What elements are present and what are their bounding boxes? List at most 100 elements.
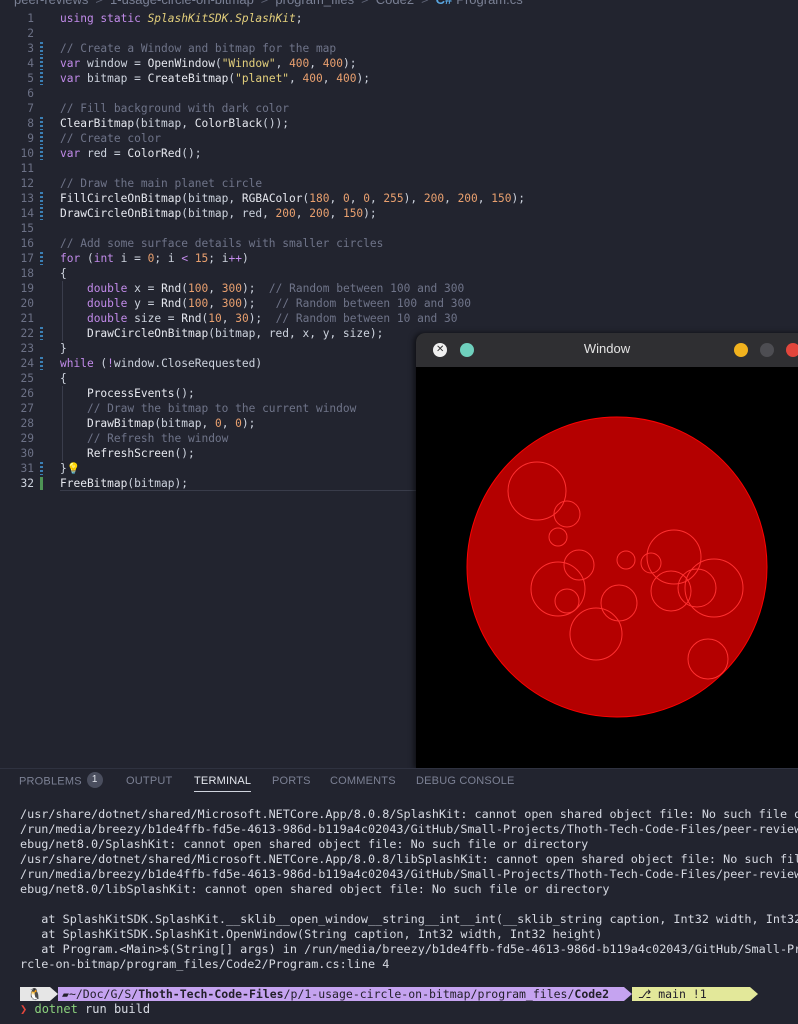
command-line[interactable]: ❯ dotnet run build [20,1002,150,1016]
prompt-separator [50,987,58,1001]
line-number: 26 [20,387,34,400]
git-modified-marker[interactable] [40,327,43,340]
code-line[interactable]: 10 var red = ColorRed(); [0,146,798,161]
code-line[interactable]: 6 [0,86,798,101]
line-number: 22 [20,327,34,340]
code-line[interactable]: 20 double y = Rnd(100, 300); // Random b… [0,296,798,311]
code-token: var [60,72,81,85]
code-line[interactable]: 9 // Create color [0,131,798,146]
breadcrumb-item[interactable]: Code2 [376,0,414,7]
maximize-icon[interactable] [760,343,774,357]
line-number: 29 [20,432,34,445]
code-token: window.CloseRequested) [113,357,263,370]
git-modified-marker[interactable] [40,192,43,205]
git-modified-marker[interactable] [40,72,43,85]
code-token: (bitmap, red, x, y, size); [208,327,384,340]
code-line[interactable]: 17 for (int i = 0; i < 15; i++) [0,251,798,266]
git-modified-marker[interactable] [40,252,43,265]
code-line[interactable]: 3 // Create a Window and bitmap for the m… [0,41,798,56]
code-text: var red = ColorRed(); [60,146,201,161]
code-line[interactable]: 16 // Add some surface details with small… [0,236,798,251]
code-token: int [93,252,114,265]
git-modified-marker[interactable] [40,462,43,475]
quit-icon[interactable] [786,343,798,357]
code-token: } [60,462,67,475]
code-token: 400 [302,72,323,85]
breadcrumb-separator: > [421,0,429,7]
bitmap-canvas [416,367,798,769]
prompt-separator [624,987,632,1001]
code-token: , [309,57,323,70]
code-line[interactable]: 4 var window = OpenWindow("Window", 400, … [0,56,798,71]
code-token: DrawCircleOnBitmap [86,327,209,340]
tab-output[interactable]: OUTPUT [126,775,172,787]
breadcrumb-item[interactable]: 1-usage-circle-on-bitmap [110,0,254,7]
code-token: (bitmap, [181,192,242,205]
minimize-icon[interactable] [734,343,748,357]
code-line[interactable]: 18 { [0,266,798,281]
code-line[interactable]: 1 using static SplashKitSDK.SplashKit; [0,11,798,26]
code-line[interactable]: 5 var bitmap = CreateBitmap("planet", 400… [0,71,798,86]
line-number: 6 [27,87,34,100]
line-number: 23 [20,342,34,355]
line-number: 16 [20,237,34,250]
code-token: // Create color [60,132,162,145]
code-token: // Draw the main planet circle [60,177,263,190]
window-titlebar[interactable]: ✕ Window [416,333,798,367]
code-token: // Draw the bitmap to the current window [86,402,357,415]
git-added-marker[interactable] [40,477,43,490]
line-number: 19 [20,282,34,295]
code-line[interactable]: 13 FillCircleOnBitmap(bitmap, RGBAColor(1… [0,191,798,206]
code-line[interactable]: 11 [0,161,798,176]
code-text: // Fill background with dark color [60,101,289,116]
panel-tabs: PROBLEMS 1 OUTPUT TERMINAL PORTS COMMENTS DEBU… [0,769,798,795]
code-token: size = [127,312,182,325]
code-token: ), [403,192,424,205]
line-number: 2 [27,27,34,40]
terminal-output[interactable]: /usr/share/dotnet/shared/Microsoft.NETCo… [20,807,798,972]
code-text: FillCircleOnBitmap(bitmap, RGBAColor(180… [60,191,525,206]
code-line[interactable]: 7 // Fill background with dark color [0,101,798,116]
code-token: ); [248,312,276,325]
git-modified-marker[interactable] [40,117,43,130]
path-mid: /p/1-usage-circle-on-bitmap/program_file… [283,987,575,1001]
lightbulb-icon[interactable]: 💡 [67,462,81,475]
code-token: ); [241,417,256,430]
code-line[interactable]: 19 double x = Rnd(100, 300); // Random b… [0,281,798,296]
code-line[interactable]: 14 DrawCircleOnBitmap(bitmap, red, 200, 2… [0,206,798,221]
code-text: DrawBitmap(bitmap, 0, 0); [60,416,255,431]
line-number: 18 [20,267,34,280]
tab-problems[interactable]: PROBLEMS 1 [19,772,103,788]
tab-terminal[interactable]: TERMINAL [194,775,252,792]
breadcrumb-item[interactable]: peer-reviews [14,0,88,7]
git-modified-marker[interactable] [40,42,43,55]
git-modified-marker[interactable] [40,207,43,220]
git-modified-marker[interactable] [40,132,43,145]
code-token: 0 [235,417,242,430]
code-token: using static [60,12,148,25]
code-token: i = [113,252,148,265]
code-line[interactable]: 12 // Draw the main planet circle [0,176,798,191]
code-line[interactable]: 8 ClearBitmap(bitmap, ColorBlack()); [0,116,798,131]
git-modified-marker[interactable] [40,147,43,160]
git-modified-marker[interactable] [40,57,43,70]
git-modified-marker[interactable] [40,357,43,370]
line-number: 13 [20,192,34,205]
tab-ports[interactable]: PORTS [272,775,311,787]
breadcrumb-item[interactable]: Program.cs [456,0,522,7]
terminal-line: ebug/net8.0/libSplashKit: cannot open sh… [20,882,610,896]
app-window[interactable]: ✕ Window [416,333,798,769]
code-line[interactable]: 2 [0,26,798,41]
line-number: 31 [20,462,34,475]
code-token: 0 [363,192,370,205]
code-token: ( [80,252,94,265]
code-line[interactable]: 21 double size = Rnd(10, 30); // Random … [0,311,798,326]
code-line[interactable]: 15 [0,221,798,236]
breadcrumb-item[interactable]: program_files [275,0,354,7]
line-number: 11 [20,162,34,175]
tab-debug-console[interactable]: DEBUG CONSOLE [416,775,515,787]
code-token: } [60,342,67,355]
tab-comments[interactable]: COMMENTS [330,775,396,787]
line-number: 15 [20,222,34,235]
code-token: ; i [154,252,182,265]
